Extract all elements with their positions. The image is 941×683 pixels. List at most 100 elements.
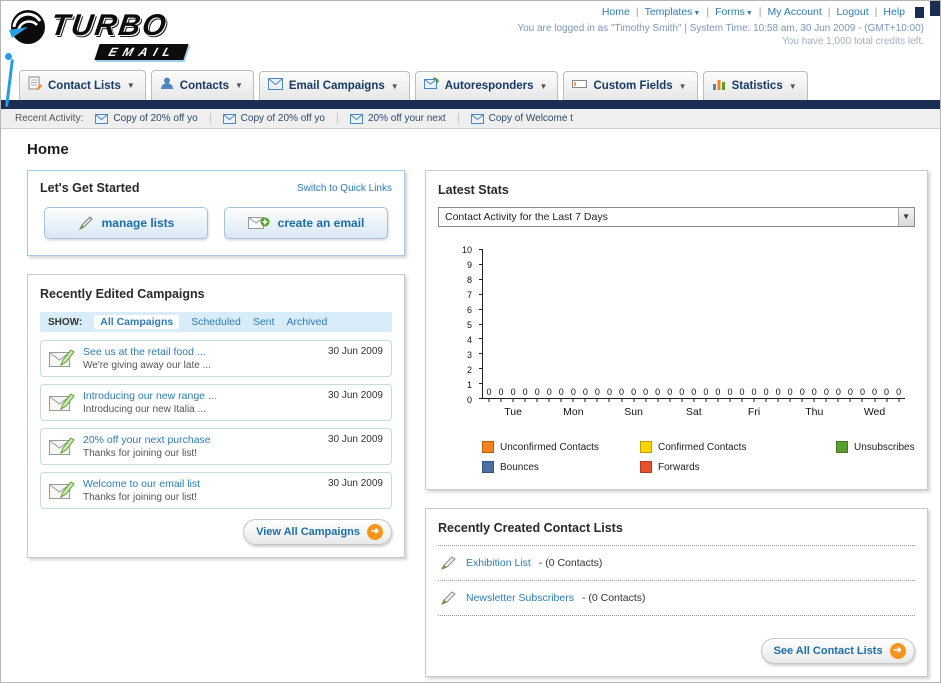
pencil-icon [440, 591, 456, 605]
autoresponders-icon [423, 77, 439, 95]
campaign-row[interactable]: 20% off your next purchase Thanks for jo… [40, 428, 392, 465]
envelope-pencil-icon [49, 348, 75, 367]
y-axis-label: 9 [466, 260, 472, 270]
x-axis-tick [500, 398, 502, 402]
legend-label: Forwards [658, 461, 700, 473]
logo-swirl-icon [7, 7, 49, 54]
pencil-icon [440, 556, 456, 570]
y-axis-label: 0 [466, 395, 472, 405]
x-axis-tick [886, 398, 888, 402]
x-axis-label: Fri [747, 406, 761, 418]
campaign-title-link[interactable]: Introducing our new range ... [83, 390, 320, 402]
x-axis-tick [633, 398, 635, 402]
contact-lists-title: Recently Created Contact Lists [438, 521, 623, 535]
stats-range-select[interactable]: Contact Activity for the Last 7 Days ▼ [438, 207, 915, 227]
y-axis-label: 4 [466, 335, 472, 345]
create-email-button[interactable]: create an email [224, 207, 388, 239]
tab-contact-lists[interactable]: Contact Lists ▼ [19, 70, 146, 100]
contact-list-link[interactable]: Exhibition List [466, 557, 531, 569]
legend-item: Bounces [482, 461, 640, 473]
recent-activity-item[interactable]: Copy of Welcome t [470, 113, 585, 124]
chart-value-label: 0 [872, 387, 878, 397]
logo-text: TURBO EMAIL [49, 9, 189, 61]
campaign-row[interactable]: Welcome to our email list Thanks for joi… [40, 472, 392, 509]
recent-activity-bar: Recent Activity: Copy of 20% off yo Copy… [1, 109, 940, 129]
view-all-campaigns-button[interactable]: View All Campaigns ➜ [243, 519, 392, 545]
envelope-plus-icon [247, 217, 270, 229]
tab-label: Contacts [179, 79, 229, 92]
main-nav-tabs: Contact Lists ▼ Contacts ▼ Email Campaig… [1, 65, 940, 100]
tab-contacts[interactable]: Contacts ▼ [150, 70, 254, 100]
chart-day-group: 0 0 0 0 0 Sat [664, 249, 724, 418]
separator: | [635, 6, 639, 18]
campaign-date: 30 Jun 2009 [327, 346, 383, 357]
nav-link-help[interactable]: Help [883, 6, 905, 18]
nav-link-logout[interactable]: Logout [837, 6, 869, 18]
main-content: Home Let's Get Started Switch to Quick L… [1, 129, 940, 682]
contact-list-row[interactable]: Newsletter Subscribers - (0 Contacts) [438, 581, 915, 616]
x-axis-tick [584, 398, 586, 402]
filter-scheduled[interactable]: Scheduled [191, 316, 241, 328]
chart-day-group: 0 0 0 0 0 Tue [483, 249, 543, 418]
recent-activity-item[interactable]: Copy of 20% off yo [95, 113, 211, 124]
chart-value-label: 0 [775, 387, 781, 397]
chart-day-group: 0 0 0 0 0 Wed [844, 249, 904, 418]
chart-value-label: 0 [727, 387, 733, 397]
contact-list-row[interactable]: Exhibition List - (0 Contacts) [438, 546, 915, 581]
legend-label: Unsubscribes [854, 441, 915, 453]
x-axis-label: Sun [624, 406, 643, 418]
chart-value-label: 0 [787, 387, 793, 397]
campaign-title-link[interactable]: 20% off your next purchase [83, 434, 320, 446]
y-axis-label: 10 [461, 245, 472, 255]
nav-link-forms[interactable]: Forms▼ [715, 6, 753, 18]
chart-value-label: 0 [667, 387, 673, 397]
tab-custom-fields[interactable]: Custom Fields ▼ [563, 71, 698, 100]
campaign-title-link[interactable]: Welcome to our email list [83, 478, 320, 490]
tab-label: Contact Lists [48, 79, 121, 92]
chart-value-label: 0 [522, 387, 528, 397]
switch-quick-links-link[interactable]: Switch to Quick Links [297, 183, 392, 194]
chart-value-label: 0 [594, 387, 600, 397]
x-axis-tick [681, 398, 683, 402]
x-axis-tick [512, 398, 514, 402]
filter-archived[interactable]: Archived [286, 316, 327, 328]
chart-value-label: 0 [811, 387, 817, 397]
x-axis-tick [608, 398, 610, 402]
campaign-subtitle: Thanks for joining our list! [83, 492, 197, 503]
legend-label: Unconfirmed Contacts [500, 441, 599, 453]
campaign-row[interactable]: Introducing our new range ... Introducin… [40, 384, 392, 421]
tab-label: Statistics [731, 80, 783, 92]
nav-link-home[interactable]: Home [602, 6, 630, 18]
chart-value-label: 0 [763, 387, 769, 397]
x-axis-tick [729, 398, 731, 402]
filter-sent[interactable]: Sent [253, 316, 275, 328]
y-axis-tick [479, 353, 483, 355]
nav-link-templates[interactable]: Templates▼ [645, 6, 701, 18]
see-all-contact-lists-button[interactable]: See All Contact Lists ➜ [760, 638, 915, 664]
tab-statistics[interactable]: Statistics ▼ [702, 71, 808, 100]
recent-activity-item[interactable]: Copy of 20% off yo [222, 113, 338, 124]
app-logo: TURBO EMAIL [7, 7, 189, 61]
manage-lists-button[interactable]: manage lists [44, 207, 208, 239]
chart-plot: 0 0 0 0 0 Tue 0 0 0 0 0 Mon 0 0 0 0 0 Sun 0 0 0 0 0 Sat 0 0 0 0 0 Fri… [479, 249, 905, 418]
chart-legend: Unconfirmed Contacts Confirmed Contacts Un… [482, 441, 915, 473]
recent-activity-item[interactable]: 20% off your next [349, 113, 459, 124]
separator: | [827, 6, 831, 18]
chart-value-label: 0 [570, 387, 576, 397]
stats-title: Latest Stats [438, 183, 509, 197]
campaign-row[interactable]: See us at the retail food ... We're givi… [40, 340, 392, 377]
legend-label: Confirmed Contacts [658, 441, 747, 453]
tab-email-campaigns[interactable]: Email Campaigns ▼ [258, 71, 410, 100]
filter-all-campaigns[interactable]: All Campaigns [94, 315, 180, 329]
campaign-title-link[interactable]: See us at the retail food ... [83, 346, 320, 358]
nav-link-my-account[interactable]: My Account [768, 6, 822, 18]
top-nav: Home | Templates▼ | Forms▼ | My Account | Lo… [517, 6, 924, 18]
tab-autoresponders[interactable]: Autoresponders ▼ [414, 71, 559, 100]
contact-list-link[interactable]: Newsletter Subscribers [466, 592, 574, 604]
recent-campaigns-panel: Recently Edited Campaigns SHOW: All Camp… [27, 274, 405, 558]
chart-day-group: 0 0 0 0 0 Sun [603, 249, 663, 418]
separator: | [706, 6, 710, 18]
chart-value-label: 0 [534, 387, 540, 397]
campaign-date: 30 Jun 2009 [327, 478, 383, 489]
y-axis-tick [479, 293, 483, 295]
